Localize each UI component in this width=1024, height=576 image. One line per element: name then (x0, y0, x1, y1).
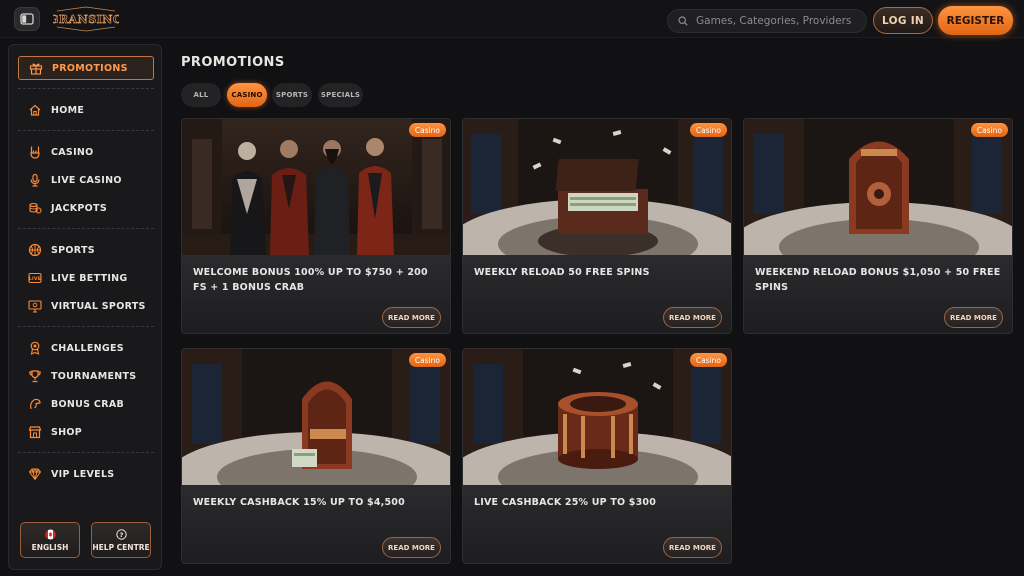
sidebar-item-label: VIRTUAL SPORTS (51, 300, 146, 312)
category-badge: Casino (689, 123, 727, 137)
promotion-card-body: LIVE CASHBACK 25% UP TO $300 READ MORE (463, 485, 731, 563)
shop-icon (28, 425, 42, 439)
sidebar-item-tournaments[interactable]: TOURNAMENTS (18, 364, 154, 388)
category-badge: Casino (970, 123, 1008, 137)
tab-casino[interactable]: CASINO (227, 83, 267, 107)
sidebar-item-label: CHALLENGES (51, 342, 124, 354)
sidebar-item-shop[interactable]: SHOP (18, 420, 154, 444)
register-button[interactable]: REGISTER (938, 6, 1013, 35)
sidebar-item-sports[interactable]: SPORTS (18, 238, 154, 262)
sidebar-item-jackpots[interactable]: JACKPOTS (18, 196, 154, 220)
sidebar-item-label: LIVE CASINO (51, 174, 122, 186)
help-centre-button[interactable]: ? HELP CENTRE (91, 522, 151, 558)
promotion-image-roulette (463, 349, 731, 485)
search-bar[interactable] (667, 9, 867, 33)
microphone-icon (28, 173, 42, 187)
sidebar-item-challenges[interactable]: CHALLENGES (18, 336, 154, 360)
diamond-icon (28, 467, 42, 481)
sidebar-item-vip-levels[interactable]: VIP LEVELS (18, 462, 154, 486)
sidebar-item-label: CASINO (51, 146, 94, 158)
category-badge: Casino (408, 353, 446, 367)
sidebar-item-label: VIP LEVELS (51, 468, 115, 480)
promotion-card-body: WEEKEND RELOAD BONUS $1,050 + 50 FREE SP… (744, 255, 1012, 333)
language-label: ENGLISH (31, 542, 69, 552)
promotion-card-body: WELCOME BONUS 100% UP TO $750 + 200 FS +… (182, 255, 450, 333)
category-badge: Casino (689, 353, 727, 367)
help-centre-label: HELP CENTRE (92, 542, 150, 552)
promotion-title: WELCOME BONUS 100% UP TO $750 + 200 FS +… (193, 267, 428, 293)
sidebar-divider (18, 130, 154, 131)
promotion-image-jukebox (182, 349, 450, 485)
read-more-button[interactable]: READ MORE (663, 307, 722, 328)
sidebar-item-label: PROMOTIONS (52, 62, 128, 74)
sidebar-item-bonus-crab[interactable]: BONUS CRAB (18, 392, 154, 416)
medal-icon (28, 341, 42, 355)
read-more-button[interactable]: READ MORE (663, 537, 722, 558)
svg-text:GRANSINO: GRANSINO (53, 13, 119, 26)
home-icon (28, 103, 42, 117)
sidebar-divider (18, 452, 154, 453)
sidebar-item-promotions[interactable]: PROMOTIONS (18, 56, 154, 80)
svg-text:LIVE: LIVE (29, 276, 41, 282)
promotion-card-body: WEEKLY CASHBACK 15% UP TO $4,500 READ MO… (182, 485, 450, 563)
sidebar-item-label: TOURNAMENTS (51, 370, 137, 382)
sidebar-toggle-button[interactable] (14, 7, 40, 31)
sidebar-divider (18, 88, 154, 89)
tab-sports[interactable]: SPORTS (272, 83, 312, 107)
live-icon: LIVE (28, 271, 42, 285)
basketball-icon (28, 243, 42, 257)
promotion-title: WEEKLY RELOAD 50 FREE SPINS (474, 267, 650, 278)
sidebar-divider (18, 228, 154, 229)
promotion-title: WEEKEND RELOAD BONUS $1,050 + 50 FREE SP… (755, 267, 1001, 293)
promotion-image-characters (182, 119, 450, 255)
sidebar-item-live-casino[interactable]: LIVE CASINO (18, 168, 154, 192)
sidebar-item-label: JACKPOTS (51, 202, 107, 214)
promotion-image-briefcase (463, 119, 731, 255)
sidebar-divider (18, 326, 154, 327)
crab-claw-icon (28, 397, 42, 411)
promotion-title: LIVE CASHBACK 25% UP TO $300 (474, 497, 657, 508)
brand-logo[interactable]: GRANSINO (49, 5, 123, 33)
sidebar-item-label: LIVE BETTING (51, 272, 128, 284)
rock-hand-icon (28, 145, 42, 159)
sidebar: PROMOTIONS HOME CASINO LIVE CASINO JACKP… (8, 44, 162, 570)
sidebar-item-label: BONUS CRAB (51, 398, 125, 410)
canada-flag-icon (45, 529, 55, 539)
top-bar: GRANSINO LOG IN REGISTER (0, 0, 1024, 38)
monitor-icon (28, 299, 42, 313)
promotion-card-body: WEEKLY RELOAD 50 FREE SPINS READ MORE (463, 255, 731, 333)
category-badge: Casino (408, 123, 446, 137)
svg-text:?: ? (119, 530, 123, 538)
read-more-button[interactable]: READ MORE (944, 307, 1003, 328)
read-more-button[interactable]: READ MORE (382, 307, 441, 328)
sidebar-item-label: SHOP (51, 426, 83, 438)
promotion-card[interactable]: Casino WEEKLY CASHBACK 15% UP TO $4,500 … (181, 348, 451, 564)
sidebar-item-label: HOME (51, 104, 85, 116)
sidebar-toggle-icon (20, 13, 34, 25)
tab-specials[interactable]: SPECIALS (318, 83, 363, 107)
promotion-card[interactable]: Casino WEEKEND RELOAD BONUS $1,050 + 50 … (743, 118, 1013, 334)
promotion-title: WEEKLY CASHBACK 15% UP TO $4,500 (193, 497, 405, 508)
search-icon (678, 16, 688, 26)
sidebar-item-live-betting[interactable]: LIVE LIVE BETTING (18, 266, 154, 290)
help-icon: ? (115, 528, 127, 540)
promotion-card[interactable]: Casino WELCOME BONUS 100% UP TO $750 + 2… (181, 118, 451, 334)
sidebar-item-casino[interactable]: CASINO (18, 140, 154, 164)
sidebar-item-home[interactable]: HOME (18, 98, 154, 122)
sidebar-item-virtual-sports[interactable]: VIRTUAL SPORTS (18, 294, 154, 318)
promotion-card[interactable]: Casino WEEKLY RELOAD 50 FREE SPINS READ … (462, 118, 732, 334)
login-button[interactable]: LOG IN (873, 7, 933, 34)
promotion-image-safe (744, 119, 1012, 255)
coins-icon (28, 201, 42, 215)
promotion-card[interactable]: Casino LIVE CASHBACK 25% UP TO $300 READ… (462, 348, 732, 564)
page-title: PROMOTIONS (181, 55, 285, 70)
language-button[interactable]: ENGLISH (20, 522, 80, 558)
tab-all[interactable]: ALL (181, 83, 221, 107)
sidebar-item-label: SPORTS (51, 244, 95, 256)
gift-icon (29, 61, 43, 75)
read-more-button[interactable]: READ MORE (382, 537, 441, 558)
trophy-icon (28, 369, 42, 383)
search-input[interactable] (696, 15, 856, 27)
